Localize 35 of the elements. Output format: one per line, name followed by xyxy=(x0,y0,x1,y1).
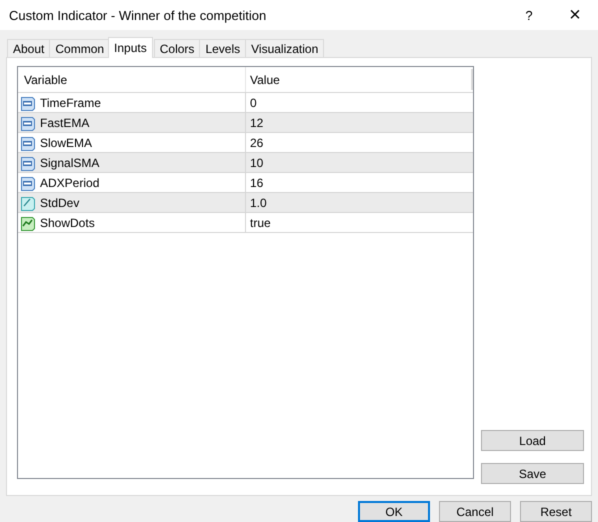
tab[interactable]: Colors xyxy=(154,39,200,57)
load-button[interactable]: Load xyxy=(481,430,584,451)
variable-value[interactable]: 10 xyxy=(250,156,264,170)
save-button[interactable]: Save xyxy=(481,463,584,484)
variable-value[interactable]: 0 xyxy=(250,96,257,110)
close-button[interactable]: × xyxy=(552,0,598,30)
number-icon xyxy=(20,174,36,190)
dialog-button[interactable]: OK xyxy=(358,501,430,522)
window-title: Custom Indicator - Winner of the competition xyxy=(9,8,268,22)
fraction-icon xyxy=(20,194,36,210)
help-button[interactable]: ? xyxy=(506,0,552,30)
tab[interactable]: Inputs xyxy=(108,37,153,58)
variable-name: ADXPeriod xyxy=(40,176,100,190)
variable-name: FastEMA xyxy=(40,116,90,130)
tab[interactable]: Visualization xyxy=(245,39,324,57)
column-header[interactable]: Value xyxy=(246,67,471,92)
dialog-button[interactable]: Cancel xyxy=(439,501,511,522)
chart-icon xyxy=(20,214,36,230)
column-header[interactable]: Variable xyxy=(18,67,246,92)
variable-value[interactable]: 26 xyxy=(250,136,264,150)
variable-value[interactable]: 12 xyxy=(250,116,264,130)
variable-value[interactable]: 1.0 xyxy=(250,196,267,210)
variable-name: ShowDots xyxy=(40,216,95,230)
variable-value[interactable]: true xyxy=(250,216,271,230)
number-icon xyxy=(20,134,36,150)
variable-name: TimeFrame xyxy=(40,96,101,110)
variable-name: SlowEMA xyxy=(40,136,92,150)
dialog-button[interactable]: Reset xyxy=(520,501,592,522)
number-icon xyxy=(20,114,36,130)
variable-name: StdDev xyxy=(40,196,80,210)
variable-value[interactable]: 16 xyxy=(250,176,264,190)
tab[interactable]: About xyxy=(7,39,50,57)
variable-name: SignalSMA xyxy=(40,156,100,170)
number-icon xyxy=(20,154,36,170)
number-icon xyxy=(20,94,36,110)
